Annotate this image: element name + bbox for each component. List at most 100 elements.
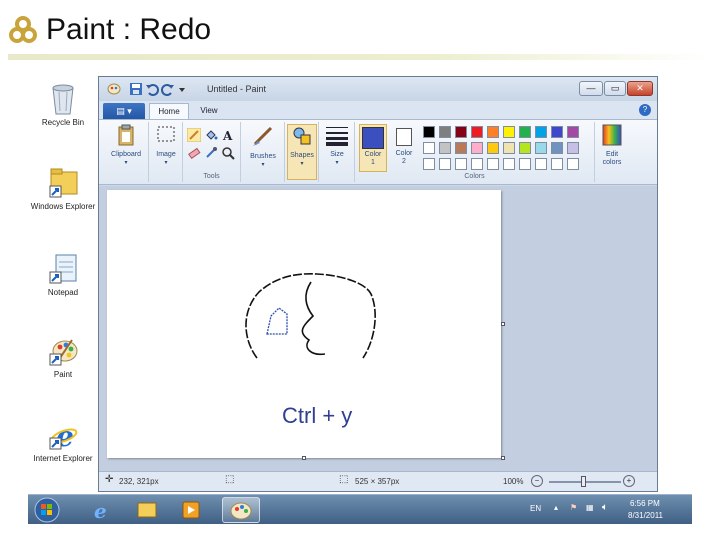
pencil-icon[interactable] (187, 128, 201, 142)
brushes-button[interactable]: Brushes ▾ (245, 124, 281, 169)
color-palette (423, 126, 593, 176)
minimize-button[interactable]: — (579, 81, 603, 96)
tab-view[interactable]: View (191, 103, 227, 119)
taskbar-media-player[interactable] (174, 497, 208, 523)
brushes-group: Brushes ▾ (241, 122, 285, 182)
paint-window: Untitled - Paint — ▭ ✕ ▤ ▾ Home View ? C… (98, 76, 658, 492)
desktop-icon-recycle-bin[interactable]: Recycle Bin (28, 82, 98, 128)
rainbow-palette-icon (602, 124, 622, 146)
palette-swatch[interactable] (423, 126, 435, 138)
size-group: Size ▾ (319, 122, 355, 182)
paint-menu-button[interactable]: ▤ ▾ (103, 103, 145, 119)
palette-swatch[interactable] (567, 126, 579, 138)
internet-explorer-icon: e (94, 499, 107, 523)
palette-swatch[interactable] (455, 142, 467, 154)
color-picker-icon[interactable] (204, 146, 218, 160)
clipboard-button[interactable]: Clipboard ▾ (107, 124, 145, 167)
palette-swatch[interactable] (423, 158, 435, 170)
palette-swatch[interactable] (519, 142, 531, 154)
magnifier-icon[interactable] (221, 146, 235, 160)
window-titlebar[interactable]: Untitled - Paint — ▭ ✕ (99, 77, 657, 101)
desktop-icon-notepad[interactable]: Notepad (28, 252, 98, 298)
shapes-button[interactable]: Shapes ▾ (287, 124, 317, 180)
colors-group: Color 1 Color 2 Colors (355, 122, 595, 182)
windows-start-icon (34, 497, 60, 523)
palette-swatch[interactable] (439, 142, 451, 154)
slide-title: Paint : Redo (46, 13, 212, 46)
clock-time[interactable]: 6:56 PM (630, 499, 660, 508)
paint-app-icon[interactable] (107, 82, 121, 96)
palette-swatch[interactable] (503, 158, 515, 170)
brush-icon (253, 126, 273, 146)
palette-swatch[interactable] (551, 142, 563, 154)
palette-swatch[interactable] (535, 126, 547, 138)
action-center-flag-icon[interactable]: ⚑ (570, 503, 577, 512)
resize-handle-bottom[interactable] (302, 456, 306, 460)
palette-swatch[interactable] (471, 142, 483, 154)
close-button[interactable]: ✕ (627, 81, 653, 96)
palette-swatch[interactable] (439, 158, 451, 170)
palette-swatch[interactable] (503, 126, 515, 138)
color1-button[interactable]: Color 1 (359, 124, 387, 172)
zoom-in-button[interactable]: + (623, 475, 635, 487)
start-button[interactable] (32, 497, 62, 523)
palette-swatch[interactable] (551, 126, 563, 138)
undo-icon[interactable] (145, 82, 159, 96)
shortcut-caption: Ctrl + y (282, 403, 353, 428)
shapes-label: Shapes (290, 152, 314, 159)
edit-colors-button[interactable]: Edit colors (597, 124, 627, 167)
resize-handle-right[interactable] (501, 322, 505, 326)
taskbar-internet-explorer[interactable]: e (84, 497, 118, 523)
palette-swatch[interactable] (471, 126, 483, 138)
color2-button[interactable]: Color 2 (391, 124, 417, 166)
palette-swatch[interactable] (471, 158, 483, 170)
ribbon-tabs: ▤ ▾ Home View ? (99, 101, 657, 119)
cursor-position: 232, 321px (119, 477, 159, 486)
clipboard-group: Clipboard ▾ (103, 122, 149, 182)
tab-home[interactable]: Home (149, 103, 189, 119)
save-icon[interactable] (129, 82, 143, 96)
clock-date[interactable]: 8/31/2011 (628, 511, 663, 520)
fill-bucket-icon[interactable] (204, 128, 218, 142)
palette-swatch[interactable] (519, 126, 531, 138)
text-tool-icon[interactable]: A (221, 128, 235, 142)
palette-swatch[interactable] (567, 142, 579, 154)
desktop-icon-paint[interactable]: Paint (28, 334, 98, 380)
zoom-slider-thumb[interactable] (581, 476, 586, 487)
palette-swatch[interactable] (455, 158, 467, 170)
palette-swatch[interactable] (535, 142, 547, 154)
palette-swatch[interactable] (567, 158, 579, 170)
quick-access-dropdown-icon[interactable] (177, 82, 187, 96)
palette-swatch[interactable] (439, 126, 451, 138)
colors-group-label: Colors (464, 173, 485, 180)
eraser-icon[interactable] (187, 146, 201, 160)
palette-swatch[interactable] (455, 126, 467, 138)
maximize-button[interactable]: ▭ (604, 81, 626, 96)
palette-swatch[interactable] (519, 158, 531, 170)
color2-label: Color 2 (395, 150, 413, 165)
palette-swatch[interactable] (487, 142, 499, 154)
palette-swatch[interactable] (487, 126, 499, 138)
internet-explorer-shortcut-icon: e (49, 420, 78, 452)
show-hidden-icons-icon[interactable]: ▴ (554, 503, 558, 512)
network-icon[interactable]: ▦ (586, 503, 594, 512)
image-button[interactable]: Image ▾ (151, 124, 181, 167)
taskbar-paint[interactable] (222, 497, 260, 523)
palette-swatch[interactable] (487, 158, 499, 170)
palette-swatch[interactable] (503, 142, 515, 154)
zoom-out-button[interactable]: − (531, 475, 543, 487)
taskbar-windows-explorer[interactable] (130, 497, 164, 523)
volume-icon[interactable]: 🔈︎ (602, 502, 608, 513)
language-indicator[interactable]: EN (530, 504, 541, 513)
brushes-label: Brushes (250, 153, 276, 160)
desktop-icon-internet-explorer[interactable]: e Internet Explorer (28, 418, 98, 464)
drawing-canvas[interactable]: Ctrl + y (107, 190, 505, 460)
size-button[interactable]: Size ▾ (322, 124, 352, 167)
redo-icon[interactable] (161, 82, 175, 96)
desktop-icon-windows-explorer[interactable]: Windows Explorer (28, 166, 98, 212)
palette-swatch[interactable] (423, 142, 435, 154)
palette-swatch[interactable] (535, 158, 547, 170)
resize-handle-corner[interactable] (501, 456, 505, 460)
palette-swatch[interactable] (551, 158, 563, 170)
help-button[interactable]: ? (639, 104, 651, 116)
